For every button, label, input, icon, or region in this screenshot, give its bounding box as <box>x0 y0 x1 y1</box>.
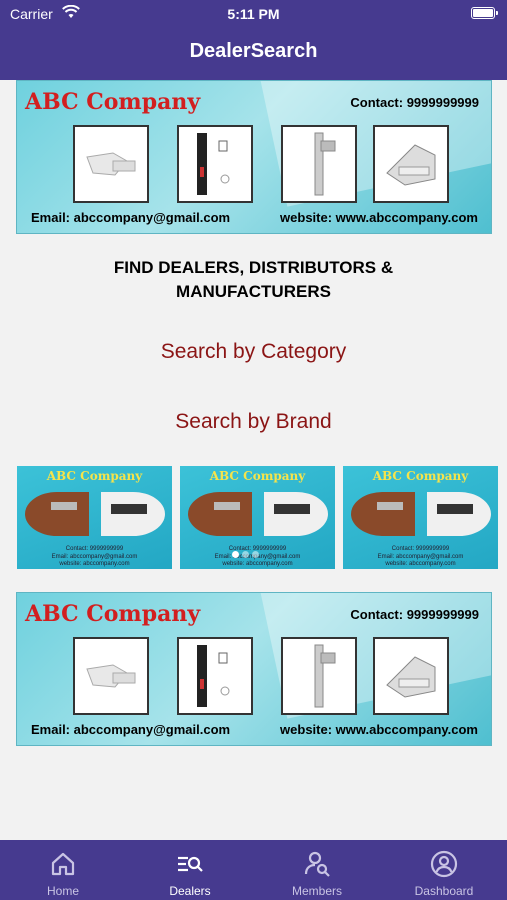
page-dot[interactable] <box>232 551 239 558</box>
banner-email: Email: abccompany@gmail.com <box>31 722 231 737</box>
status-time: 5:11 PM <box>227 6 280 22</box>
top-navigation-bar: Carrier 5:11 PM DealerSearch <box>0 0 507 80</box>
lever-handle-image <box>264 492 328 536</box>
banner-contact: Contact: 9999999999 <box>350 607 479 622</box>
dealers-search-icon <box>178 856 203 872</box>
product-image-handle <box>73 637 149 715</box>
members-search-icon <box>304 851 330 877</box>
page-dot[interactable] <box>242 551 249 558</box>
battery-icon <box>471 7 498 19</box>
tab-dashboard[interactable]: Dashboard <box>381 840 507 900</box>
banner-brand-name: ABC Company <box>25 601 201 627</box>
search-by-brand-link[interactable]: Search by Brand <box>0 410 507 434</box>
home-icon <box>51 852 75 876</box>
advertisement-banner[interactable]: ABC Company Contact: 9999999999 Email: a… <box>16 80 492 234</box>
bottom-tab-bar: Home Dealers Members Dashboard <box>0 840 507 900</box>
banner-website: website: www.abccompany.com <box>280 210 478 225</box>
status-bar: Carrier 5:11 PM <box>0 5 507 23</box>
product-image-lock <box>177 125 253 203</box>
tab-members[interactable]: Members <box>254 840 380 900</box>
banner-brand-name: ABC Company <box>25 89 201 115</box>
product-image-bracket <box>373 637 449 715</box>
banner-email: Email: abccompany@gmail.com <box>31 210 231 225</box>
advertisement-banner[interactable]: ABC Company Contact: 9999999999 Email: a… <box>16 592 492 746</box>
page-dot[interactable] <box>252 551 259 558</box>
user-circle-icon <box>430 850 458 878</box>
brand-card[interactable]: ABC Company Contact: 9999999999 Email: a… <box>17 466 172 569</box>
door-handle-image <box>25 492 89 536</box>
tab-home[interactable]: Home <box>0 840 126 900</box>
tab-dealers[interactable]: Dealers <box>127 840 253 900</box>
brand-card[interactable]: ABC Company Contact: 9999999999 Email: a… <box>343 466 498 569</box>
door-handle-image <box>188 492 252 536</box>
lever-handle-image <box>101 492 165 536</box>
carousel-page-indicator[interactable] <box>232 545 262 563</box>
product-image-lock <box>177 637 253 715</box>
product-image-handle <box>73 125 149 203</box>
find-dealers-heading: FIND DEALERS, DISTRIBUTORS & MANUFACTURE… <box>113 258 394 301</box>
product-image-hinge <box>281 125 357 203</box>
page-title: DealerSearch <box>189 40 318 62</box>
search-by-category-link[interactable]: Search by Category <box>0 340 507 364</box>
door-handle-image <box>351 492 415 536</box>
banner-contact: Contact: 9999999999 <box>350 95 479 110</box>
lever-handle-image <box>427 492 491 536</box>
banner-website: website: www.abccompany.com <box>280 722 478 737</box>
product-image-bracket <box>373 125 449 203</box>
product-image-hinge <box>281 637 357 715</box>
